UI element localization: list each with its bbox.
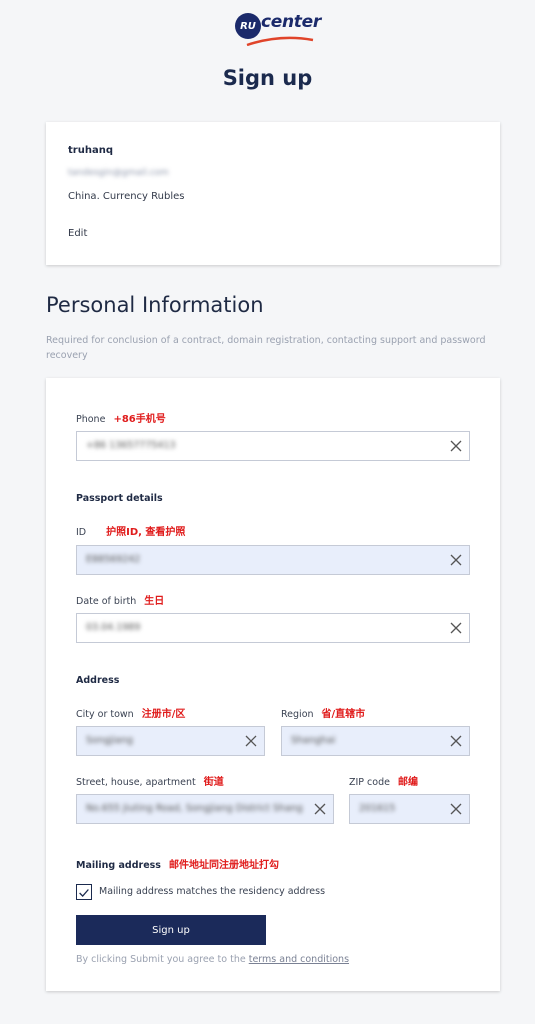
date-of-birth-input[interactable]: 03.04.1989 (76, 613, 470, 643)
id-label-text: ID (76, 527, 87, 538)
city-note: 注册市/区 (141, 709, 186, 720)
passport-id-value: E88569242 (86, 554, 141, 565)
region-input[interactable]: Shanghai (281, 726, 470, 756)
logo-swoosh-icon (246, 36, 314, 46)
phone-input[interactable]: +86 13657775413 (76, 431, 470, 461)
terms-link[interactable]: terms and conditions (249, 954, 349, 965)
clear-icon[interactable] (449, 621, 463, 635)
edit-link[interactable]: Edit (68, 228, 87, 239)
page-title: Sign up (222, 66, 313, 90)
id-label: ID 护照ID, 查看护照 (76, 523, 185, 538)
clear-icon[interactable] (449, 802, 463, 816)
sign-up-button[interactable]: Sign up (76, 915, 266, 945)
checkmark-icon (79, 889, 89, 898)
clear-icon[interactable] (449, 553, 463, 567)
dob-label-text: Date of birth (76, 596, 137, 607)
clear-icon[interactable] (313, 802, 327, 816)
city-input[interactable]: Songjiang (76, 726, 265, 756)
street-label: Street, house, apartment 街道 (76, 773, 224, 788)
phone-value: +86 13657775413 (86, 440, 176, 451)
mailing-checkbox-label[interactable]: Mailing address matches the residency ad… (99, 886, 325, 897)
dob-label: Date of birth 生日 (76, 592, 164, 607)
dob-value: 03.04.1989 (86, 622, 141, 633)
clear-icon[interactable] (449, 439, 463, 453)
account-email: tandesgin@gmail.com (68, 168, 169, 178)
mailing-title: Mailing address (76, 860, 161, 871)
street-note: 街道 (203, 777, 224, 788)
terms-text: By clicking Submit you agree to the term… (76, 954, 349, 965)
phone-label-text: Phone (76, 414, 106, 425)
zip-note: 邮编 (397, 777, 418, 788)
account-name: truhanq (68, 145, 113, 156)
zip-label-text: ZIP code (349, 777, 390, 788)
street-value: No.655 Jiuting Road, Songjiang District … (86, 803, 303, 814)
region-label: Region 省/直辖市 (281, 705, 365, 720)
clear-icon[interactable] (449, 734, 463, 748)
passport-details-title: Passport details (76, 493, 163, 504)
section-description: Required for conclusion of a contract, d… (46, 335, 486, 361)
zip-value: 201615 (359, 803, 396, 814)
id-note: 护照ID, 查看护照 (106, 527, 186, 538)
region-note: 省/直辖市 (321, 709, 366, 720)
ru-center-logo[interactable]: RU center (235, 10, 321, 46)
street-input[interactable]: No.655 Jiuting Road, Songjiang District … (76, 794, 334, 824)
section-title: Personal Information (46, 293, 264, 317)
logo-text: center (261, 12, 321, 32)
region-value: Shanghai (291, 735, 336, 746)
phone-label: Phone +86手机号 (76, 410, 166, 425)
region-label-text: Region (281, 709, 314, 720)
city-label-text: City or town (76, 709, 134, 720)
account-card: truhanq tandesgin@gmail.com China. Curre… (46, 122, 500, 265)
account-country-currency: China. Currency Rubles (68, 191, 185, 202)
mailing-note: 邮件地址同注册地址打勾 (168, 860, 279, 871)
terms-prefix: By clicking Submit you agree to the (76, 954, 249, 965)
dob-note: 生日 (144, 596, 165, 607)
city-value: Songjiang (86, 735, 134, 746)
phone-note: +86手机号 (113, 414, 166, 425)
passport-id-input[interactable]: E88569242 (76, 545, 470, 575)
street-label-text: Street, house, apartment (76, 777, 196, 788)
zip-label: ZIP code 邮编 (349, 773, 418, 788)
clear-icon[interactable] (244, 734, 258, 748)
mailing-address-checkbox[interactable] (76, 884, 92, 900)
address-title: Address (76, 675, 120, 686)
mailing-address-label: Mailing address 邮件地址同注册地址打勾 (76, 856, 279, 871)
city-label: City or town 注册市/区 (76, 705, 185, 720)
zip-input[interactable]: 201615 (349, 794, 470, 824)
